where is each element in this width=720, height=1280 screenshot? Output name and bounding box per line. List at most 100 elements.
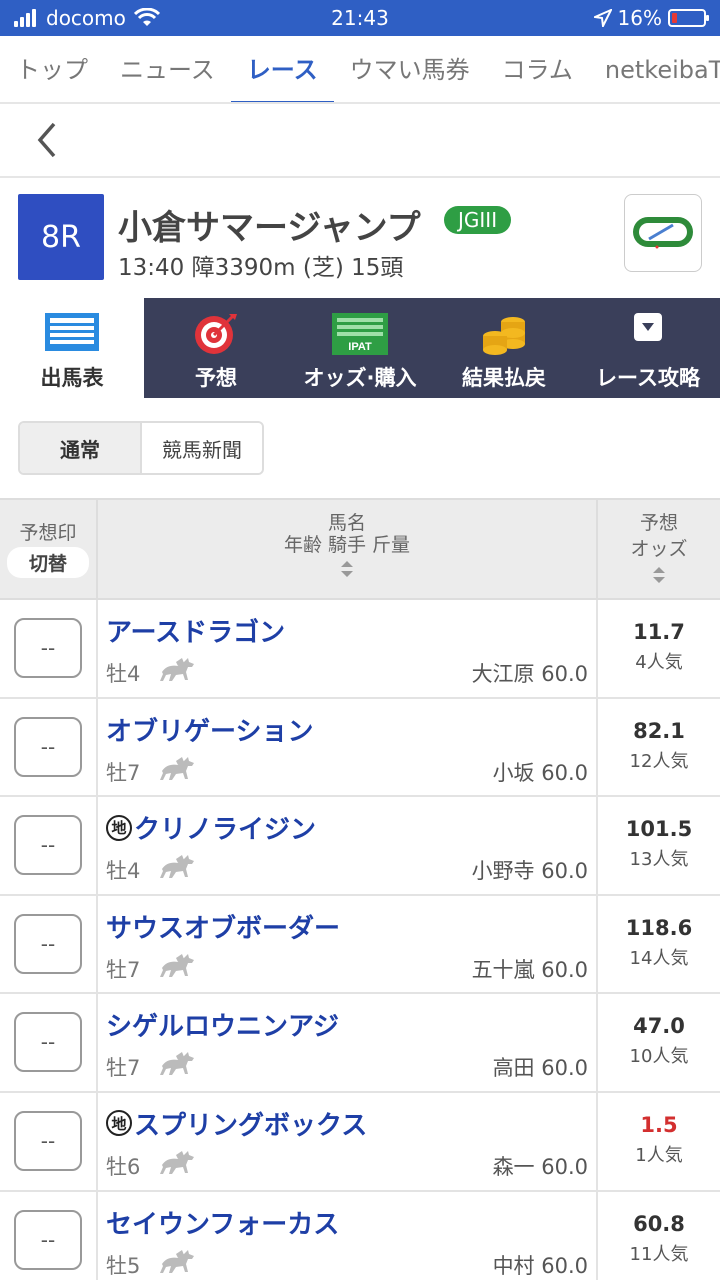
toggle-normal[interactable]: 通常: [20, 423, 140, 473]
horse-name[interactable]: シゲルロウニンアジ: [106, 1006, 339, 1043]
jockey-weight: 森一 60.0: [492, 1154, 588, 1179]
race-number-badge: 8R: [18, 194, 104, 280]
horse-name[interactable]: アースドラゴン: [106, 612, 285, 649]
top-nav: トップ ニュース レース ウマい馬券 コラム netkeibaT: [0, 36, 720, 104]
back-row: [0, 104, 720, 178]
status-bar: docomo 21:43 16%: [0, 0, 720, 36]
header-odds[interactable]: 予想 オッズ: [598, 500, 720, 600]
odds-cell: 11.7 4人気: [598, 600, 720, 697]
jockey-weight: 大江原 60.0: [471, 662, 588, 686]
horse-name-text: スプリングボックス: [134, 1110, 368, 1141]
prediction-mark-button[interactable]: --: [14, 1012, 82, 1073]
local-horse-badge: 地: [106, 814, 132, 841]
ipat-icon: IPAT: [331, 312, 389, 361]
view-toggle: 通常 競馬新聞: [18, 421, 264, 475]
header-prediction-title: 予想印: [19, 522, 77, 544]
prediction-mark-button[interactable]: --: [14, 815, 82, 876]
menu-item-label: 出馬表: [40, 366, 104, 390]
prediction-mark-button[interactable]: --: [14, 913, 82, 974]
table-row[interactable]: -- シゲルロウニンアジ牡7 高田 60.0 47.0 10人気: [0, 994, 720, 1093]
table-row[interactable]: -- アースドラゴン牡4 大江原 60.0 11.7 4人気: [0, 600, 720, 699]
table-row[interactable]: -- サウスオブボーダー 牡7 五十嵐 60.0 118.6 14人気: [0, 895, 720, 995]
odds-value: 1.5: [640, 1112, 678, 1137]
svg-text:IPAT: IPAT: [348, 341, 372, 353]
sex-age: 牡7: [106, 957, 141, 982]
jockey-weight: 高田 60.0: [492, 1056, 588, 1081]
odds-cell: 118.6 14人気: [598, 896, 720, 993]
tab-1[interactable]: ニュース: [104, 36, 231, 102]
table-row[interactable]: -- 地クリノライジン 牡4 小野寺 60.0 101.5 13人気: [0, 797, 720, 896]
sex-age: 牡5: [106, 1253, 141, 1278]
horse-silhouette-icon: [158, 952, 198, 980]
prediction-mark-button[interactable]: --: [14, 716, 82, 777]
horse-name[interactable]: オブリゲーション: [106, 711, 313, 748]
tab-4[interactable]: コラム: [486, 36, 589, 102]
header-prediction: 予想印 切替: [0, 500, 96, 600]
header-horse-details: 年齢 騎手 斤量: [283, 534, 411, 556]
table-row[interactable]: -- セイウンフォーカス 牡5 中村 60.0 60.8 11人気: [0, 1191, 720, 1280]
jockey-weight: 小坂 60.0: [492, 760, 588, 785]
sex-age: 牡6: [106, 1154, 141, 1179]
battery-icon: [668, 9, 709, 27]
odds-value: 47.0: [633, 1014, 685, 1039]
prediction-mark-button[interactable]: --: [14, 1209, 82, 1270]
course-map-button[interactable]: [624, 194, 702, 272]
back-arrow-icon[interactable]: [30, 120, 66, 160]
horse-list: -- アースドラゴン牡4 大江原 60.0 11.7 4人気 -- オブリゲーション牡7 小坂…: [0, 600, 720, 1280]
horse-name[interactable]: 地クリノライジン: [106, 809, 316, 846]
table-row[interactable]: -- オブリゲーション牡7 小坂 60.0 82.1 12人気: [0, 698, 720, 798]
odds-value: 60.8: [633, 1211, 685, 1236]
toggle-newspaper[interactable]: 競馬新聞: [140, 423, 262, 473]
table-row[interactable]: -- 地スプリングボックス 牡6 森一 60.0 1.5 1人気: [0, 1092, 720, 1192]
popularity: 4人気: [635, 652, 683, 673]
odds-value: 82.1: [633, 718, 685, 743]
horse-cell: シゲルロウニンアジ牡7 高田 60.0: [96, 994, 598, 1091]
header-horse[interactable]: 馬名 年齢 騎手 斤量: [96, 500, 598, 600]
popularity: 14人気: [629, 947, 689, 969]
horse-name-text: セイウンフォーカス: [106, 1209, 340, 1240]
horse-name-text: クリノライジン: [134, 815, 317, 846]
horse-name[interactable]: サウスオブボーダー: [106, 908, 340, 945]
odds-value: 101.5: [625, 817, 693, 842]
menu-item-2[interactable]: IPAT オッズ·購入: [288, 298, 432, 398]
tab-2[interactable]: レース: [230, 36, 334, 102]
odds-cell: 47.0 10人気: [598, 994, 720, 1091]
horse-cell: 地クリノライジン 牡4 小野寺 60.0: [96, 797, 598, 894]
header-odds-sub: オッズ: [630, 538, 688, 560]
prediction-mark-button[interactable]: --: [14, 1110, 82, 1171]
popularity: 11人気: [629, 1243, 689, 1265]
status-right: 16%: [593, 6, 709, 30]
horse-name[interactable]: 地スプリングボックス: [106, 1105, 367, 1142]
race-info: 13:40 障3390m (芝) 15頭: [118, 255, 404, 281]
horse-name[interactable]: セイウンフォーカス: [106, 1204, 339, 1241]
horse-cell: サウスオブボーダー 牡7 五十嵐 60.0: [96, 895, 598, 993]
header-horse-name: 馬名: [327, 512, 366, 534]
switch-button[interactable]: 切替: [6, 547, 89, 578]
horse-name-text: オブリゲーション: [106, 716, 314, 747]
menu-item-label: レース攻略: [596, 366, 700, 390]
tab-3[interactable]: ウマい馬券: [334, 36, 486, 102]
horse-silhouette-icon: [158, 1149, 198, 1177]
sex-age: 牡7: [106, 760, 141, 785]
popularity: 13人気: [629, 849, 689, 871]
tab-0[interactable]: トップ: [0, 36, 104, 102]
prediction-mark-button[interactable]: --: [14, 618, 82, 678]
popularity: 1人気: [635, 1144, 683, 1166]
dropdown-icon: [633, 312, 663, 347]
race-menu: 出馬表 予想 IPAT オッズ·購入 結果払戻 レース攻略: [0, 298, 720, 398]
menu-item-label: 予想: [195, 366, 237, 390]
sex-age: 牡7: [106, 1056, 141, 1081]
menu-item-0[interactable]: 出馬表: [0, 298, 144, 398]
odds-cell: 82.1 12人気: [598, 699, 720, 796]
menu-item-3[interactable]: 結果払戻: [432, 298, 576, 398]
menu-item-label: 結果払戻: [462, 366, 546, 390]
coins-icon: [479, 312, 529, 361]
battery-level: [672, 13, 677, 23]
menu-item-4[interactable]: レース攻略: [576, 298, 720, 398]
odds-cell: 1.5 1人気: [598, 1093, 720, 1190]
tab-5[interactable]: netkeibaT: [589, 36, 720, 102]
sex-age: 牡4: [106, 662, 141, 686]
jockey-weight: 小野寺 60.0: [471, 859, 588, 884]
menu-item-1[interactable]: 予想: [144, 298, 288, 398]
grade-badge: JGIII: [444, 206, 512, 234]
